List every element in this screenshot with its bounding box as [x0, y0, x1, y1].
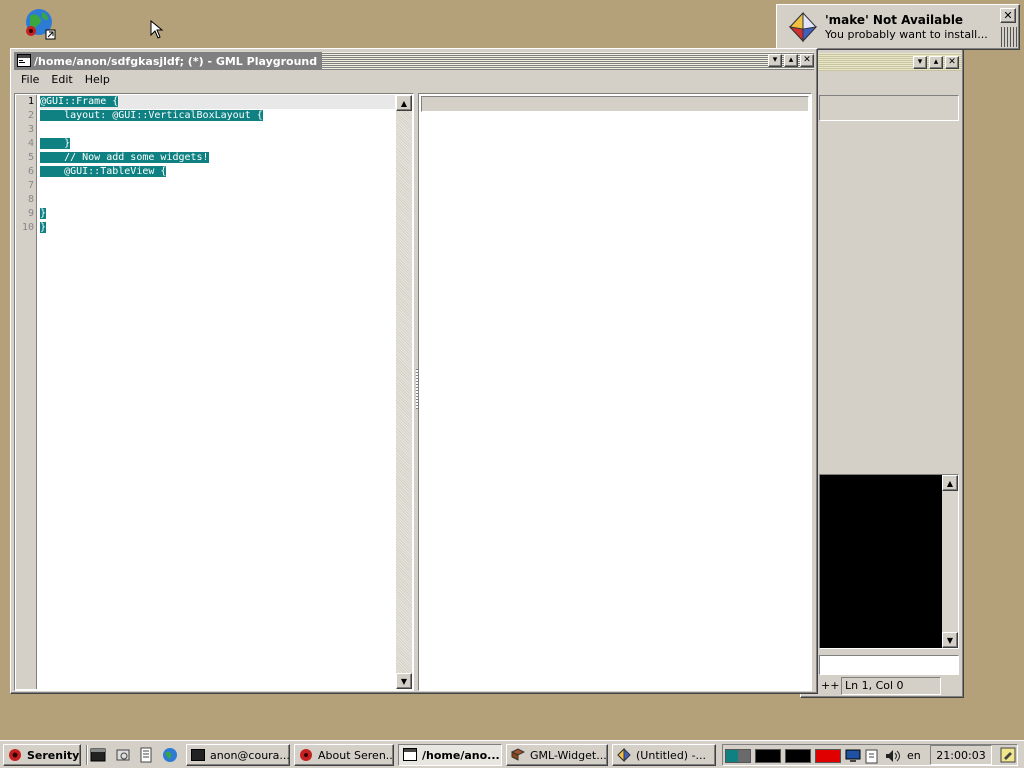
window-maximize-button[interactable]: ▴ — [784, 54, 798, 67]
browser-launch-icon[interactable] — [162, 747, 178, 763]
book-icon — [511, 748, 525, 761]
line-number: 8 — [27, 194, 34, 205]
task-about-serenity[interactable]: About Seren... — [294, 744, 394, 766]
notification-app-icon — [787, 11, 819, 46]
gml-preview-pane — [418, 93, 812, 691]
menu-edit[interactable]: Edit — [45, 72, 78, 90]
gml-playground-window[interactable]: /home/anon/sdfgkasjldf; (*) - GML Playgr… — [10, 48, 818, 694]
code-line: // Now add some widgets! — [40, 152, 209, 163]
volume-icon[interactable] — [885, 749, 901, 766]
preview-frame-header — [421, 96, 809, 112]
taskbar: Serenity anon@coura... About Seren... /h… — [0, 740, 1024, 768]
line-number: 6 — [27, 166, 34, 177]
hackstudio-icon — [617, 748, 631, 762]
menubar: File Edit Help — [15, 72, 116, 90]
editor-scroll-up-button[interactable]: ▲ — [396, 95, 412, 111]
bg-close-button[interactable]: ✕ — [945, 56, 959, 69]
notification-text: You probably want to install... — [825, 28, 988, 41]
bg-toolbar-field — [819, 95, 959, 121]
line-number: 5 — [27, 152, 34, 163]
clock[interactable]: 21:00:03 — [930, 745, 992, 765]
line-number-gutter: 1 2 3 4 5 6 7 8 9 10 — [16, 95, 37, 689]
code-line: layout: @GUI::VerticalBoxLayout { — [40, 110, 263, 121]
workspace-1[interactable] — [725, 749, 751, 763]
code-line: } — [40, 222, 47, 233]
terminal-icon — [191, 749, 205, 761]
bg-terminal-scrollbar[interactable]: ▲ ▼ — [942, 475, 958, 648]
task-gml-playground[interactable]: /home/ano... — [398, 744, 502, 766]
window-title: /home/anon/sdfgkasjldf; (*) - GML Playgr… — [34, 54, 318, 68]
line-number: 9 — [27, 208, 34, 219]
notification-title: 'make' Not Available — [825, 13, 964, 27]
code-editor[interactable]: 1 2 3 4 5 6 7 8 9 10 @GUI::Frame { layou… — [14, 93, 414, 691]
bg-maximize-button[interactable]: ▴ — [929, 56, 943, 69]
editor-scrollbar[interactable]: ▲ ▼ — [396, 95, 412, 689]
keyboard-layout[interactable]: en — [907, 749, 921, 762]
notification-popup[interactable]: 'make' Not Available You probably want t… — [776, 4, 1020, 50]
serenity-logo-icon — [9, 749, 21, 761]
bg-status-position: Ln 1, Col 0 — [841, 677, 941, 695]
task-gml-widget[interactable]: GML-Widget... — [506, 744, 608, 766]
bg-statusbar: ++ Ln 1, Col 0 — [819, 677, 963, 695]
window-close-button[interactable]: ✕ — [800, 54, 814, 67]
start-button[interactable]: Serenity — [3, 744, 81, 766]
serenity-ladybug-icon — [300, 749, 312, 761]
window-icon — [403, 748, 417, 761]
line-number: 3 — [27, 124, 34, 135]
code-line: } — [40, 138, 71, 149]
code-line: } — [40, 208, 47, 219]
line-number: 1 — [27, 96, 34, 107]
task-terminal[interactable]: anon@coura... — [186, 744, 290, 766]
desktop-browser-icon[interactable] — [22, 6, 58, 42]
window-menu-button[interactable]: ▾ — [768, 54, 782, 67]
workspace-4[interactable] — [815, 749, 841, 763]
code-line: @GUI::Frame { — [40, 96, 119, 107]
text-editor-launch-icon[interactable] — [138, 747, 154, 763]
notifications-icon[interactable] — [1000, 747, 1016, 766]
mouse-cursor-icon — [150, 19, 164, 43]
editor-scroll-down-button[interactable]: ▼ — [396, 673, 412, 689]
app-window-icon — [17, 54, 31, 67]
bg-terminal-view[interactable]: ▲ ▼ — [819, 474, 959, 649]
window-titlebar[interactable]: /home/anon/sdfgkasjldf; (*) - GML Playgr… — [14, 52, 814, 70]
bg-menu-button[interactable]: ▾ — [913, 56, 927, 69]
network-icon[interactable] — [845, 748, 861, 767]
bg-scroll-down-button[interactable]: ▼ — [942, 632, 958, 648]
bg-input-field[interactable] — [819, 655, 959, 675]
quicklaunch-separator — [86, 745, 88, 765]
menu-file[interactable]: File — [15, 72, 45, 90]
code-line: @GUI::TableView { — [40, 166, 167, 177]
bg-scroll-up-button[interactable]: ▲ — [942, 475, 958, 491]
terminal-launch-icon[interactable] — [90, 747, 106, 763]
workspace-3[interactable] — [785, 749, 811, 763]
line-number: 2 — [27, 110, 34, 121]
line-number: 7 — [27, 180, 34, 191]
line-number: 10 — [21, 222, 34, 233]
background-window[interactable]: ▾ ▴ ✕ ▲ ▼ ++ Ln 1, Col 0 — [800, 48, 964, 698]
menu-help[interactable]: Help — [79, 72, 116, 90]
line-number: 4 — [27, 138, 34, 149]
workspace-2[interactable] — [755, 749, 781, 763]
clipboard-icon[interactable] — [865, 748, 879, 767]
task-untitled[interactable]: (Untitled) -... — [612, 744, 716, 766]
notification-resize-grip — [1001, 27, 1017, 47]
window-title-area[interactable]: /home/anon/sdfgkasjldf; (*) - GML Playgr… — [14, 52, 323, 70]
file-manager-launch-icon[interactable] — [115, 747, 131, 763]
code-text-area[interactable]: @GUI::Frame { layout: @GUI::VerticalBoxL… — [40, 95, 395, 689]
bg-status-prefix: ++ — [821, 679, 840, 692]
notification-close-button[interactable]: ✕ — [1000, 8, 1016, 23]
